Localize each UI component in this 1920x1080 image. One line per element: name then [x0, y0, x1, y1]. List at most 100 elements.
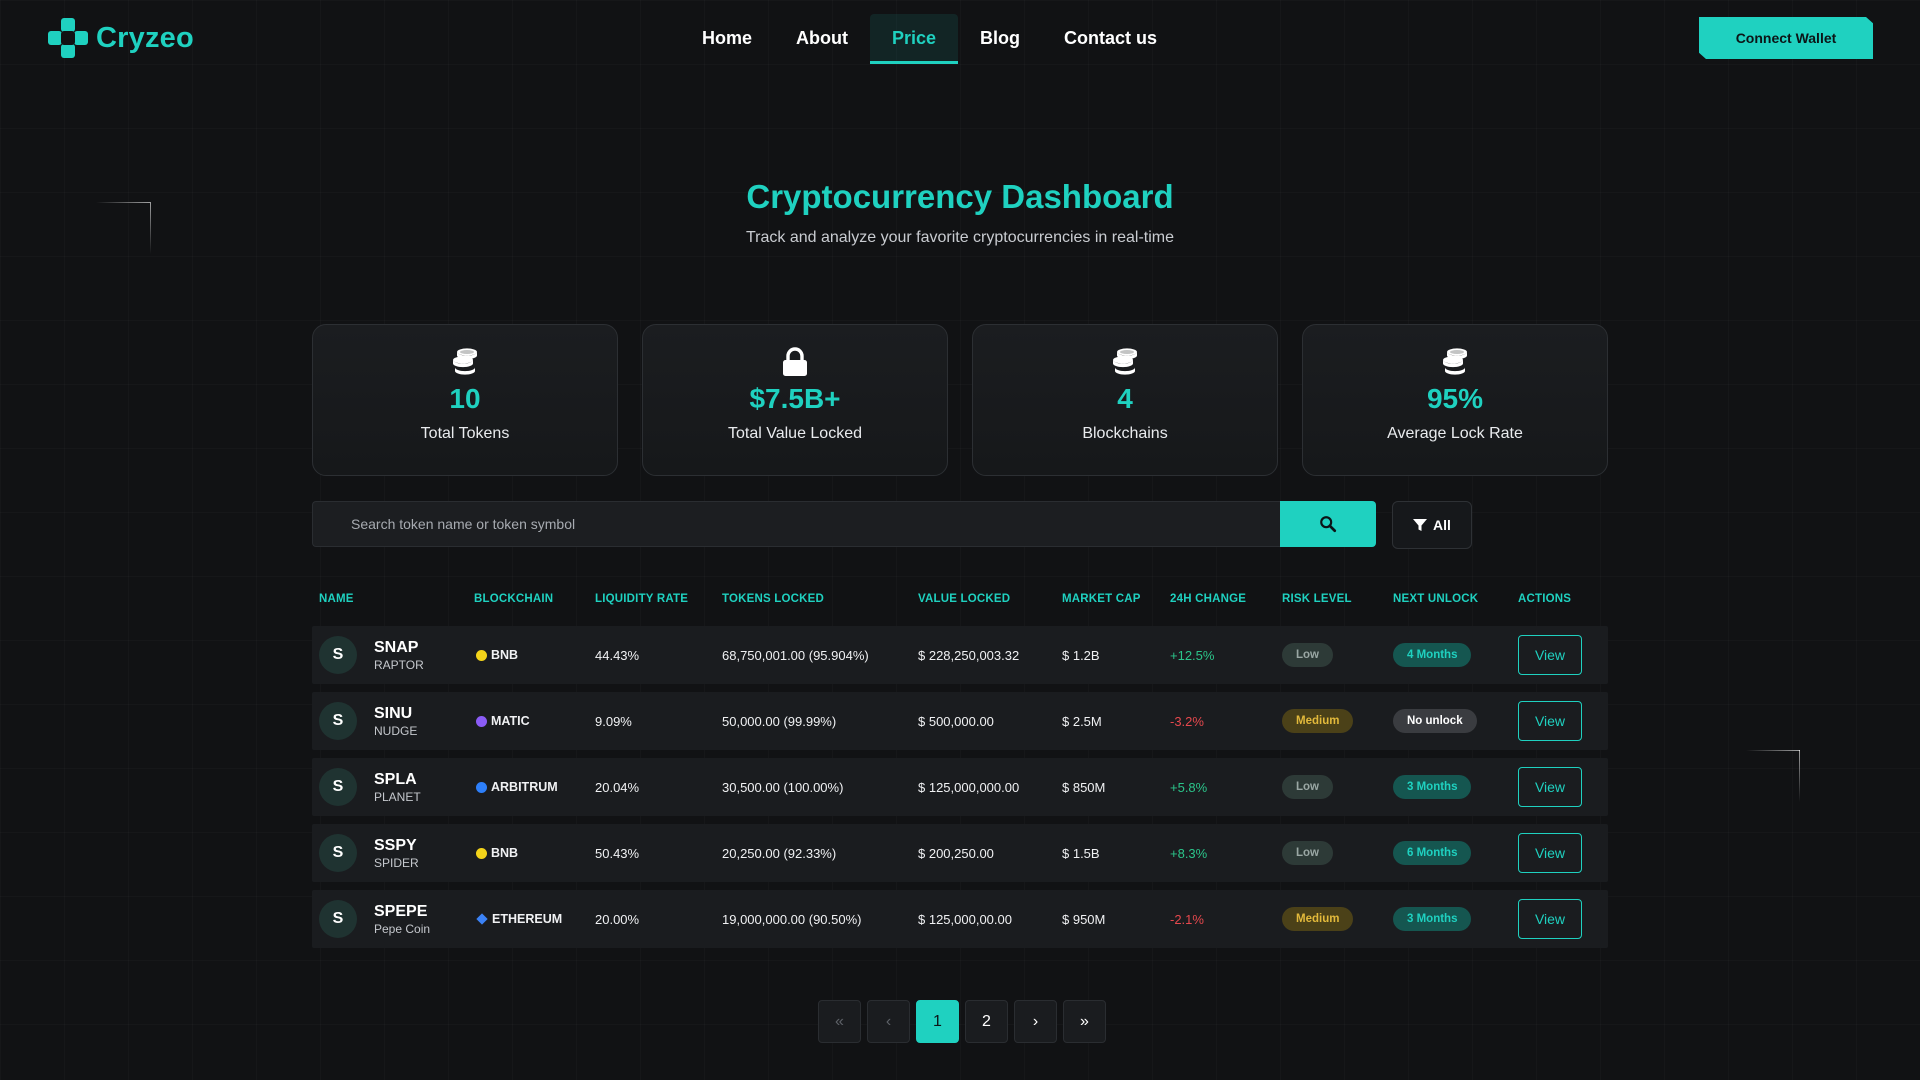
- market-cap: $ 1.5B: [1062, 845, 1100, 861]
- blockchain-name: ARBITRUM: [491, 780, 558, 794]
- brand-logo[interactable]: Cryzeo: [48, 18, 194, 58]
- token-name-stack: SSPY SPIDER: [374, 836, 419, 871]
- value-locked: $ 200,250.00: [918, 845, 994, 861]
- column-header: NEXT UNLOCK: [1393, 593, 1479, 605]
- coins-icon: [450, 347, 480, 377]
- page-title: Cryptocurrency Dashboard: [746, 178, 1174, 215]
- table-row: S SSPY SPIDER BNB 50.43% 20,250.00 (92.33%) $ …: [312, 824, 1608, 882]
- unlock-badge: No unlock: [1393, 709, 1477, 733]
- nav-item-about[interactable]: About: [774, 14, 870, 64]
- token-name-cell: S SPLA PLANET: [319, 758, 421, 816]
- risk-badge: Low: [1282, 643, 1333, 667]
- search-button[interactable]: [1280, 501, 1376, 547]
- change-24h: -2.1%: [1170, 911, 1204, 927]
- unlock-badge: 4 Months: [1393, 643, 1472, 667]
- token-symbol[interactable]: SINU: [374, 704, 417, 724]
- view-button[interactable]: View: [1518, 701, 1582, 741]
- view-button[interactable]: View: [1518, 833, 1582, 873]
- tokens-locked: 19,000,000.00 (90.50%): [722, 911, 862, 927]
- liquidity-rate: 20.00%: [595, 911, 640, 927]
- unlock-badge: 3 Months: [1393, 775, 1472, 799]
- token-symbol[interactable]: SPLA: [374, 770, 421, 790]
- token-symbol[interactable]: SSPY: [374, 836, 419, 856]
- token-name-stack: SPEPE Pepe Coin: [374, 902, 430, 937]
- next-page-button[interactable]: ›: [1014, 1000, 1057, 1043]
- risk-level-cell: Low: [1282, 626, 1333, 684]
- token-symbol[interactable]: SNAP: [374, 638, 424, 658]
- stat-label: Average Lock Rate: [1387, 425, 1523, 442]
- decor-streak: [1746, 750, 1800, 751]
- view-button[interactable]: View: [1518, 767, 1582, 807]
- value-locked: $ 500,000.00: [918, 713, 994, 729]
- stats-row: 10 Total Tokens $7.5B+ Total Value Locked 4 B…: [312, 324, 1608, 476]
- token-name: PLANET: [374, 789, 421, 804]
- liquidity-rate: 9.09%: [595, 713, 632, 729]
- token-avatar: S: [319, 768, 357, 806]
- risk-level-cell: Medium: [1282, 692, 1354, 750]
- next-unlock-cell: 6 Months: [1393, 824, 1472, 882]
- chain-dot-icon: [476, 847, 487, 859]
- token-name-stack: SINU NUDGE: [374, 704, 417, 739]
- nav-item-blog[interactable]: Blog: [958, 14, 1042, 64]
- change-24h: +8.3%: [1170, 845, 1208, 861]
- stat-value: 10: [449, 383, 481, 414]
- token-avatar: S: [319, 834, 357, 872]
- stat-card: 10 Total Tokens: [312, 324, 618, 476]
- market-cap: $ 2.5M: [1062, 713, 1102, 729]
- logo-icon: [48, 18, 88, 58]
- top-navbar: Cryzeo Home About Price Blog Contact us Conn…: [0, 0, 1920, 76]
- filter-button[interactable]: All: [1392, 501, 1472, 549]
- blockchain-cell: BNB: [476, 626, 518, 684]
- prev-page-button[interactable]: ‹: [867, 1000, 910, 1043]
- liquidity-rate: 50.43%: [595, 845, 640, 861]
- brand-name: Cryzeo: [96, 21, 194, 54]
- blockchain-cell: ARBITRUM: [476, 758, 558, 816]
- pagination: «‹ 1 2 ›»: [818, 1000, 1106, 1043]
- market-cap: $ 850M: [1062, 779, 1106, 795]
- unlock-badge: 6 Months: [1393, 841, 1472, 865]
- table-row: S SNAP RAPTOR BNB 44.43% 68,750,001.00 (95.90…: [312, 626, 1608, 684]
- market-cap: $ 950M: [1062, 911, 1106, 927]
- token-name-stack: SNAP RAPTOR: [374, 638, 424, 673]
- first-page-button[interactable]: «: [818, 1000, 861, 1043]
- change-24h: +12.5%: [1170, 647, 1215, 663]
- table-row: S SINU NUDGE MATIC 9.09% 50,000.00 (99.99%) $ …: [312, 692, 1608, 750]
- blockchain-cell: MATIC: [476, 692, 530, 750]
- nav-item-price[interactable]: Price: [870, 14, 959, 64]
- connect-wallet-button[interactable]: Connect Wallet: [1699, 17, 1873, 59]
- view-button[interactable]: View: [1518, 899, 1582, 939]
- column-header: ACTIONS: [1518, 593, 1572, 605]
- page-2-button[interactable]: 2: [965, 1000, 1008, 1043]
- next-unlock-cell: 3 Months: [1393, 758, 1472, 816]
- change-24h: -3.2%: [1170, 713, 1204, 729]
- column-header: TOKENS LOCKED: [722, 593, 825, 605]
- nav-item-home[interactable]: Home: [680, 14, 774, 64]
- token-table: S SNAP RAPTOR BNB 44.43% 68,750,001.00 (95.90…: [312, 626, 1608, 956]
- blockchain-cell: BNB: [476, 824, 518, 882]
- value-locked: $ 125,000,000.00: [918, 779, 1020, 795]
- decor-streak: [1799, 750, 1800, 802]
- lock-icon: [782, 347, 808, 377]
- risk-level-cell: Low: [1282, 758, 1333, 816]
- risk-level-cell: Low: [1282, 824, 1333, 882]
- risk-level-cell: Medium: [1282, 890, 1354, 948]
- nav-item-contact-us[interactable]: Contact us: [1042, 14, 1179, 64]
- page-1-button[interactable]: 1: [916, 1000, 959, 1043]
- blockchain-name: ETHEREUM: [492, 912, 563, 926]
- market-cap: $ 1.2B: [1062, 647, 1100, 663]
- actions-cell: View: [1518, 758, 1582, 816]
- stat-label: Blockchains: [1082, 425, 1168, 442]
- search-bar: [312, 501, 1376, 547]
- table-row: S SPEPE Pepe Coin ETHEREUM 20.00% 19,000,000.…: [312, 890, 1608, 948]
- chain-dot-icon: [476, 649, 487, 661]
- unlock-badge: 3 Months: [1393, 907, 1472, 931]
- token-symbol[interactable]: SPEPE: [374, 902, 430, 922]
- token-name-cell: S SSPY SPIDER: [319, 824, 419, 882]
- risk-badge: Medium: [1282, 709, 1354, 733]
- value-locked: $ 228,250,003.32: [918, 647, 1020, 663]
- search-input[interactable]: [312, 501, 1280, 547]
- blockchain-name: BNB: [491, 846, 519, 860]
- view-button[interactable]: View: [1518, 635, 1582, 675]
- tokens-locked: 50,000.00 (99.99%): [722, 713, 837, 729]
- last-page-button[interactable]: »: [1063, 1000, 1106, 1043]
